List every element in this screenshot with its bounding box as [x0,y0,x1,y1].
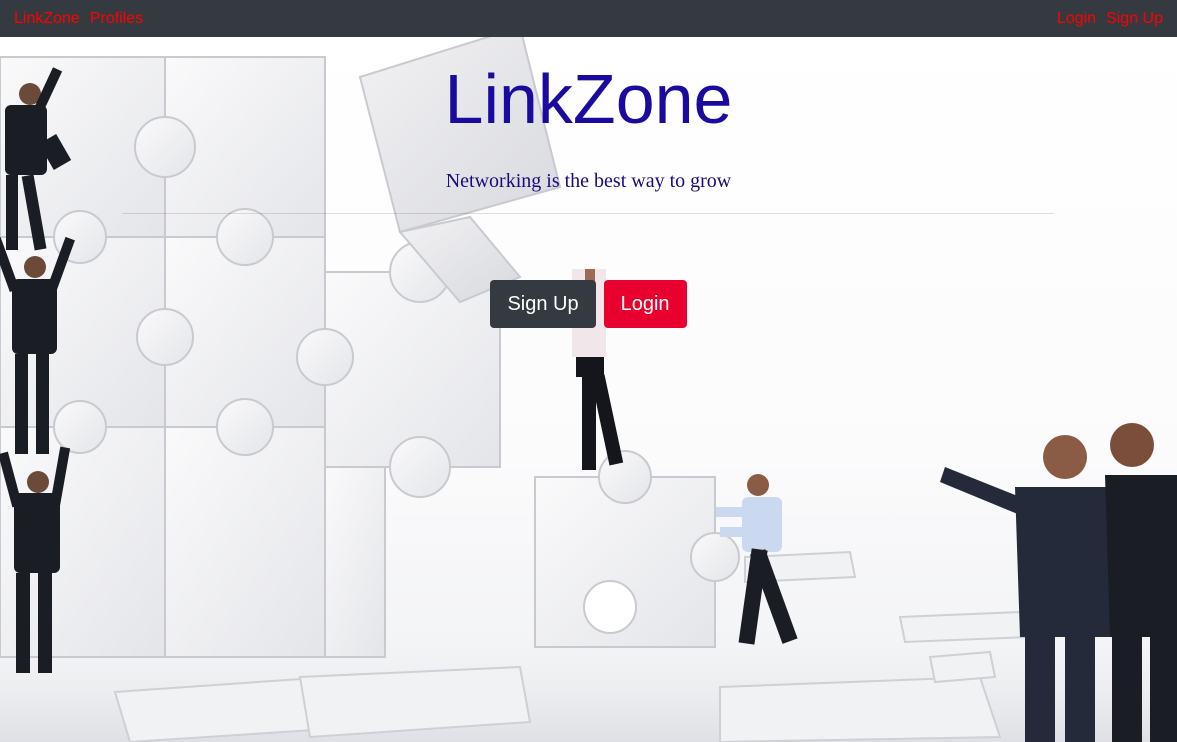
page-title: LinkZone [444,60,733,138]
tagline: Networking is the best way to grow [445,170,732,192]
navbar-left-group: LinkZone Profiles [14,0,153,37]
navbar-right-group: Login Sign Up [1047,0,1163,37]
top-navbar: LinkZone Profiles Login Sign Up [0,0,1177,37]
signup-button[interactable]: Sign Up [490,280,596,328]
navbar-login-link[interactable]: Login [1057,0,1096,37]
cta-buttons: Sign Up Login [0,280,1177,328]
login-button[interactable]: Login [603,280,687,328]
divider [122,213,1054,214]
hero-section: LinkZone Networking is the best way to g… [0,37,1177,742]
navbar-brand-link[interactable]: LinkZone [14,0,80,37]
navbar-profiles-link[interactable]: Profiles [90,0,143,37]
navbar-signup-link[interactable]: Sign Up [1106,0,1163,37]
